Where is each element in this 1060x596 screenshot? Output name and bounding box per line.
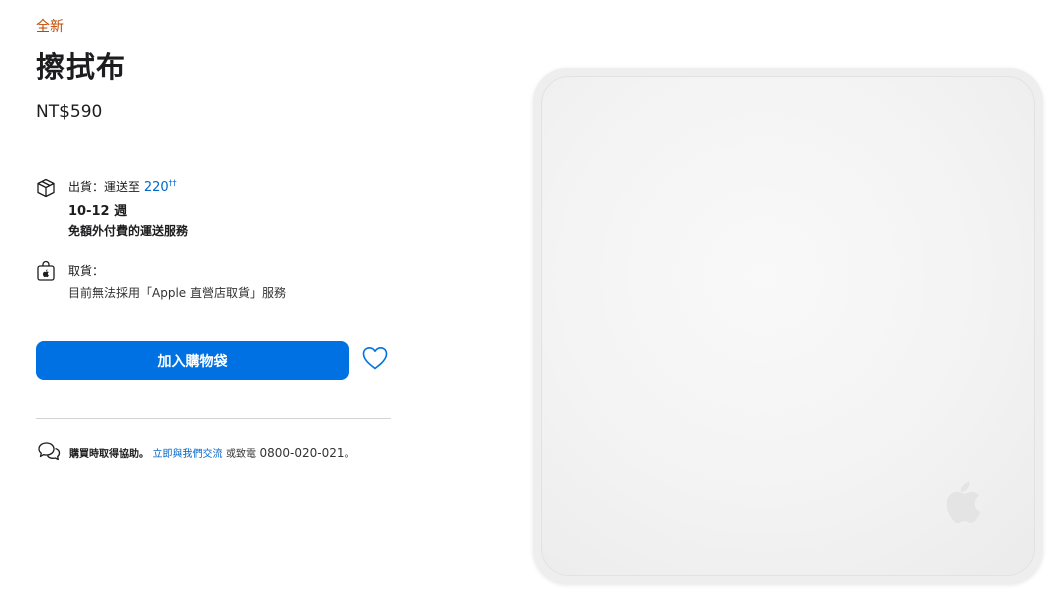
or-call-text: 或致電 — [226, 449, 256, 460]
shipping-eta: 10-12 週 — [68, 204, 128, 219]
product-image — [533, 68, 1043, 584]
chat-bubbles-icon — [36, 440, 62, 464]
pickup-note: 目前無法採用「Apple 直營店取貨」服務 — [68, 286, 286, 300]
pickup-label: 取貨： — [68, 264, 105, 278]
shipping-label-text: 出貨：運送至 — [68, 180, 141, 194]
zip-marker: †† — [168, 178, 177, 188]
bag-icon — [36, 260, 56, 282]
product-price: NT$590 — [36, 102, 103, 122]
add-to-bag-button[interactable]: 加入購物袋 — [36, 341, 349, 380]
help-lead: 購買時取得協助。 — [69, 449, 149, 460]
divider — [36, 418, 391, 419]
package-icon — [36, 178, 56, 198]
help-row: 購買時取得協助。 立即與我們交流 或致電 0800-020-021。 — [36, 440, 392, 464]
shipping-label: 出貨：運送至 220†† — [68, 178, 177, 195]
heart-icon — [361, 345, 389, 375]
zip-code: 220 — [143, 180, 169, 195]
chat-now-link[interactable]: 立即與我們交流 — [153, 449, 223, 460]
help-end: 。 — [344, 449, 355, 460]
product-title: 擦拭布 — [36, 50, 127, 84]
help-text: 購買時取得協助。 立即與我們交流 或致電 0800-020-021。 — [69, 445, 355, 460]
new-badge: 全新 — [36, 19, 64, 35]
zip-code-link[interactable]: 220†† — [143, 178, 177, 195]
phone-number[interactable]: 0800-020-021 — [260, 446, 345, 460]
free-shipping-note: 免額外付費的運送服務 — [68, 224, 189, 238]
purchase-panel: 全新 擦拭布 NT$590 出貨：運送至 220†† 10-12 週 免額外付費… — [36, 0, 392, 596]
polishing-cloth-image — [533, 68, 1043, 584]
product-page: 全新 擦拭布 NT$590 出貨：運送至 220†† 10-12 週 免額外付費… — [0, 0, 1060, 596]
favorite-button[interactable] — [360, 345, 390, 375]
apple-logo-icon — [945, 478, 985, 526]
